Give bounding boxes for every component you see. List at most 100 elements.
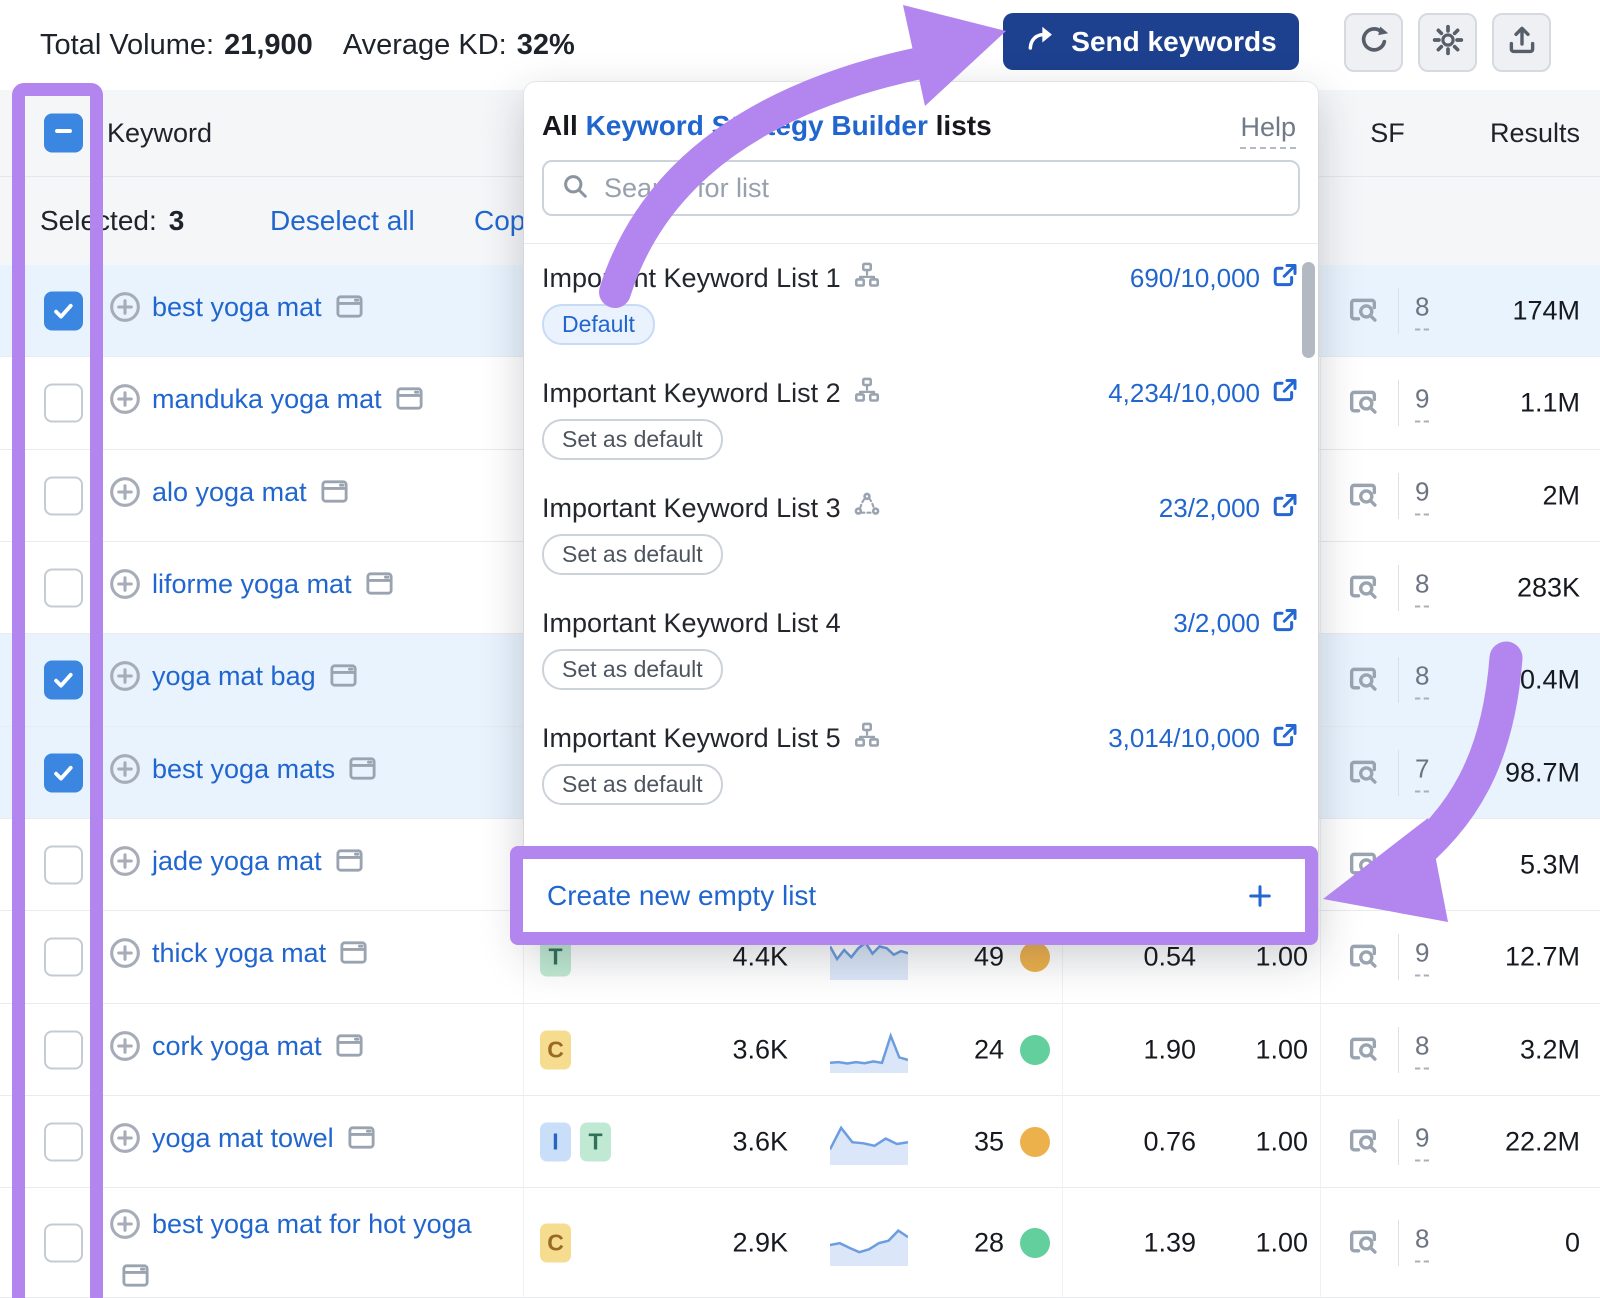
set-as-default-button[interactable]: Set as default — [542, 764, 723, 805]
list-count-link[interactable]: 4,234/10,000 — [1108, 373, 1300, 413]
sf-divider — [1398, 565, 1399, 611]
external-link-icon[interactable] — [1270, 720, 1300, 757]
keyword-link[interactable]: manduka yoga mat — [152, 384, 382, 414]
serp-viewer-icon[interactable] — [1346, 386, 1380, 420]
serp-viewer-icon[interactable] — [1346, 1125, 1380, 1159]
serp-viewer-icon[interactable] — [1346, 756, 1380, 790]
row-checkbox[interactable] — [44, 384, 83, 423]
intent-badges: C — [540, 1223, 571, 1262]
row-checkbox[interactable] — [44, 291, 83, 330]
list-name[interactable]: Important Keyword List 3 — [542, 488, 881, 528]
serp-viewer-icon[interactable] — [1346, 663, 1380, 697]
refresh-icon — [1357, 23, 1391, 62]
list-search-input[interactable] — [604, 173, 1244, 204]
keyword-link[interactable]: yoga mat towel — [152, 1123, 334, 1153]
row-checkbox[interactable] — [44, 1122, 83, 1161]
list-name[interactable]: Important Keyword List 4 — [542, 603, 841, 643]
serp-preview-icon[interactable] — [338, 937, 369, 981]
list-count-link[interactable]: 3/2,000 — [1173, 603, 1300, 643]
competition-value: 1.00 — [1198, 1227, 1308, 1258]
keyword-column-header[interactable]: Keyword — [107, 90, 212, 176]
add-to-list-icon[interactable] — [108, 659, 142, 706]
popup-scrollbar-thumb[interactable] — [1302, 262, 1315, 358]
settings-button[interactable] — [1418, 13, 1477, 72]
keyword-link[interactable]: thick yoga mat — [152, 938, 326, 968]
intent-badges: C — [540, 1030, 571, 1069]
serp-preview-icon[interactable] — [346, 1122, 377, 1166]
set-as-default-button[interactable]: Set as default — [542, 649, 723, 690]
list-search-box[interactable] — [542, 160, 1300, 216]
serp-preview-icon[interactable] — [334, 291, 365, 335]
list-count-link[interactable]: 690/10,000 — [1130, 258, 1300, 298]
keyword-list-item[interactable]: Important Keyword List 4 3/2,000 Set as de… — [542, 595, 1300, 710]
serp-viewer-icon[interactable] — [1346, 1226, 1380, 1260]
serp-preview-icon[interactable] — [364, 568, 395, 612]
row-checkbox[interactable] — [44, 1223, 83, 1262]
external-link-icon[interactable] — [1270, 490, 1300, 527]
set-as-default-button[interactable]: Set as default — [542, 534, 723, 575]
external-link-icon[interactable] — [1270, 605, 1300, 642]
keyword-strategy-builder-link[interactable]: Keyword Strategy Builder — [586, 110, 928, 141]
help-link[interactable]: Help — [1240, 112, 1296, 149]
refresh-button[interactable] — [1344, 13, 1403, 72]
add-to-list-icon[interactable] — [108, 1029, 142, 1076]
keyword-link[interactable]: cork yoga mat — [152, 1031, 322, 1061]
keyword-list-item[interactable]: Important Keyword List 3 23/2,000 Set as d… — [542, 480, 1300, 595]
external-link-icon[interactable] — [1270, 260, 1300, 297]
deselect-all-link[interactable]: Deselect all — [270, 177, 415, 265]
keyword-link[interactable]: yoga mat bag — [152, 661, 316, 691]
serp-preview-icon[interactable] — [319, 476, 350, 520]
keyword-link[interactable]: best yoga mat — [152, 292, 322, 322]
export-button[interactable] — [1492, 13, 1551, 72]
results-column-header[interactable]: Results — [1420, 90, 1580, 176]
row-checkbox[interactable] — [44, 661, 83, 700]
add-to-list-icon[interactable] — [108, 567, 142, 614]
select-all-checkbox[interactable] — [44, 114, 83, 153]
serp-preview-icon[interactable] — [347, 753, 378, 797]
add-to-list-icon[interactable] — [108, 844, 142, 891]
keyword-list-item[interactable]: Important Keyword List 1690/10,000Defaul… — [542, 250, 1300, 365]
set-as-default-button[interactable]: Set as default — [542, 419, 723, 460]
row-checkbox[interactable] — [44, 938, 83, 977]
row-checkbox[interactable] — [44, 845, 83, 884]
serp-viewer-icon[interactable] — [1346, 571, 1380, 605]
keyword-link[interactable]: alo yoga mat — [152, 477, 307, 507]
list-count-link[interactable]: 23/2,000 — [1159, 488, 1300, 528]
serp-preview-icon[interactable] — [120, 1260, 151, 1298]
serp-viewer-icon[interactable] — [1346, 848, 1380, 882]
add-to-list-icon[interactable] — [108, 752, 142, 799]
list-count-link[interactable]: 3,014/10,000 — [1108, 718, 1300, 758]
create-new-empty-list-button[interactable]: Create new empty list — [547, 859, 816, 932]
keyword-link[interactable]: liforme yoga mat — [152, 569, 352, 599]
external-link-icon[interactable] — [1270, 375, 1300, 412]
serp-viewer-icon[interactable] — [1346, 940, 1380, 974]
serp-preview-icon[interactable] — [328, 660, 359, 704]
list-name[interactable]: Important Keyword List 2 — [542, 373, 881, 413]
add-to-list-icon[interactable] — [108, 1207, 142, 1254]
serp-preview-icon[interactable] — [334, 1030, 365, 1074]
add-to-list-icon[interactable] — [108, 1121, 142, 1168]
add-to-list-icon[interactable] — [108, 936, 142, 983]
row-checkbox[interactable] — [44, 753, 83, 792]
serp-preview-icon[interactable] — [394, 383, 425, 427]
serp-preview-icon[interactable] — [334, 845, 365, 889]
serp-viewer-icon[interactable] — [1346, 294, 1380, 328]
row-checkbox[interactable] — [44, 1030, 83, 1069]
list-name[interactable]: Important Keyword List 5 — [542, 718, 881, 758]
serp-viewer-icon[interactable] — [1346, 1033, 1380, 1067]
keyword-link[interactable]: jade yoga mat — [152, 846, 322, 876]
keyword-link[interactable]: best yoga mats — [152, 754, 335, 784]
keyword-list-item[interactable]: Important Keyword List 2 4,234/10,000 Set … — [542, 365, 1300, 480]
add-to-list-icon[interactable] — [108, 382, 142, 429]
list-name[interactable]: Important Keyword List 1 — [542, 258, 881, 298]
plus-icon[interactable] — [1245, 881, 1275, 911]
keyword-list-item[interactable]: Important Keyword List 5 3,014/10,000 Set … — [542, 710, 1300, 825]
add-to-list-icon[interactable] — [108, 290, 142, 337]
row-checkbox[interactable] — [44, 568, 83, 607]
keyword-link[interactable]: best yoga mat for hot yoga — [152, 1209, 472, 1239]
add-to-list-icon[interactable] — [108, 475, 142, 522]
send-keywords-button[interactable]: Send keywords — [1003, 13, 1299, 70]
serp-viewer-icon[interactable] — [1346, 479, 1380, 513]
kd-dot — [1020, 1035, 1050, 1065]
row-checkbox[interactable] — [44, 476, 83, 515]
